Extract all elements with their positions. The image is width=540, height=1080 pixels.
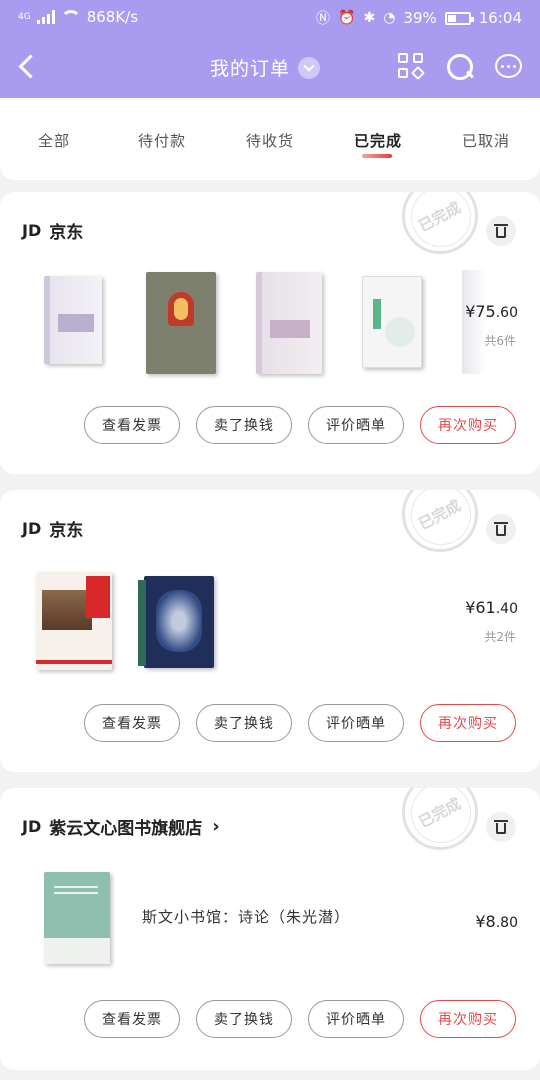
order-card[interactable]: 已完成 JD 紫云文心图书旗舰店 › 斯文小书馆：诗论（朱光潜） ¥8.80 查… [0,788,540,1070]
shop-name[interactable]: JD 京东 [22,516,83,541]
shop-name[interactable]: JD 京东 [22,218,83,243]
title-dropdown[interactable]: 我的订单 [210,54,321,81]
battery-percent: 39% [403,9,437,27]
completed-stamp: 已完成 [402,788,478,850]
battery-icon [444,11,474,25]
buy-again-button[interactable]: 再次购买 [420,704,516,742]
order-price: ¥75.60 [465,302,518,321]
tab-cancelled[interactable]: 已取消 [462,130,510,151]
product-title[interactable]: 斯文小书馆：诗论（朱光潜） [142,906,350,927]
product-image[interactable] [44,872,110,964]
wifi-icon [60,10,81,24]
delete-order-icon[interactable] [486,812,516,842]
power-saving-icon: ◔ [383,10,396,26]
chevron-right-icon: › [212,816,220,837]
product-image[interactable] [256,272,322,374]
order-tabs: 全部 待付款 待收货 已完成 已取消 [0,98,540,180]
jd-logo-icon: JD [22,221,42,240]
product-image[interactable] [146,272,216,374]
delete-order-icon[interactable] [486,514,516,544]
product-image[interactable] [44,276,102,364]
nfc-icon: Ⓝ [316,11,331,27]
sell-button[interactable]: 卖了换钱 [196,704,292,742]
tab-pending-receipt[interactable]: 待收货 [246,130,294,151]
network-type: 4G [18,12,31,22]
delete-order-icon[interactable] [486,216,516,246]
tab-completed[interactable]: 已完成 [354,130,402,151]
order-price: ¥8.80 [475,912,518,931]
bluetooth-icon: ✱ [363,10,376,26]
active-tab-indicator [362,154,392,158]
tab-all[interactable]: 全部 [38,130,70,151]
sell-button[interactable]: 卖了换钱 [196,1000,292,1038]
buy-again-button[interactable]: 再次购买 [420,406,516,444]
review-button[interactable]: 评价晒单 [308,1000,404,1038]
nav-bar: 我的订单 [0,36,540,98]
shop-name[interactable]: JD 紫云文心图书旗舰店 › [22,814,220,839]
view-invoice-button[interactable]: 查看发票 [84,1000,180,1038]
message-icon[interactable] [495,53,523,81]
product-image[interactable] [36,572,112,670]
alarm-icon: ⏰ [338,10,356,26]
page-title: 我的订单 [210,58,291,80]
review-button[interactable]: 评价晒单 [308,406,404,444]
completed-stamp: 已完成 [402,192,478,254]
item-count: 共6件 [484,334,516,348]
order-price: ¥61.40 [465,598,518,617]
tab-pending-payment[interactable]: 待付款 [138,130,186,151]
signal-icon [36,10,55,24]
clock: 16:04 [478,9,522,27]
search-icon[interactable] [446,53,474,81]
jd-logo-icon: JD [22,519,42,538]
item-count: 共2件 [484,630,516,644]
product-image[interactable] [462,270,486,374]
back-icon[interactable] [16,52,40,82]
buy-again-button[interactable]: 再次购买 [420,1000,516,1038]
top-header: 4G 868K/s Ⓝ ⏰ ✱ ◔ 39% 16:04 我的订单 [0,0,540,98]
sell-button[interactable]: 卖了换钱 [196,406,292,444]
view-invoice-button[interactable]: 查看发票 [84,406,180,444]
status-bar: 4G 868K/s Ⓝ ⏰ ✱ ◔ 39% 16:04 [0,0,540,36]
apps-grid-icon[interactable] [398,53,426,81]
view-invoice-button[interactable]: 查看发票 [84,704,180,742]
chevron-down-icon [298,56,321,79]
product-image[interactable] [138,576,214,668]
product-image[interactable] [362,276,422,368]
completed-stamp: 已完成 [402,490,478,552]
network-speed: 868K/s [86,8,139,26]
order-card[interactable]: 已完成 JD 京东 ¥61.40 共2件 查看发票 卖了换钱 评价晒单 再次购买 [0,490,540,772]
order-card[interactable]: 已完成 JD 京东 ¥75.60 共6件 查看发票 卖了换钱 评价晒单 再次购买 [0,192,540,474]
jd-logo-icon: JD [22,817,42,836]
review-button[interactable]: 评价晒单 [308,704,404,742]
